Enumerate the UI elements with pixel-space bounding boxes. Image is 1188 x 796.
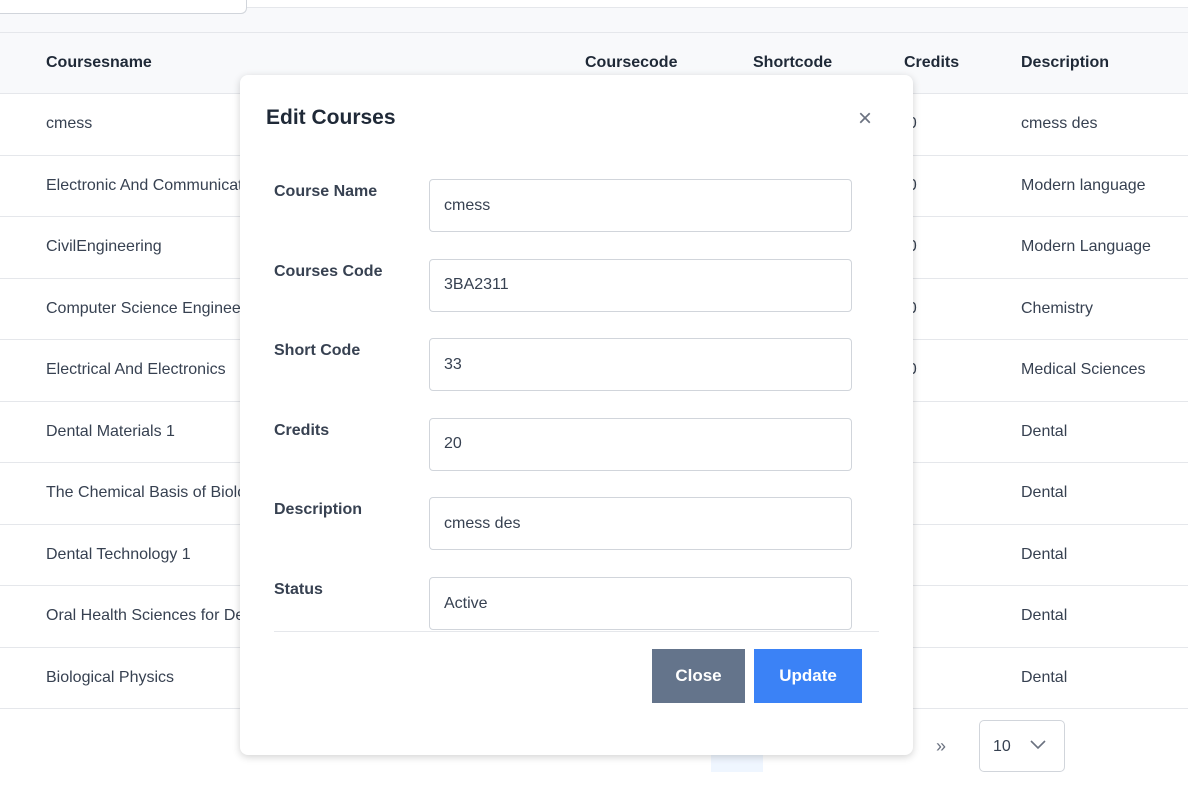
field-value: Active: [444, 594, 488, 612]
cell-description: Dental: [1021, 422, 1068, 440]
chevron-down-icon: [1030, 740, 1046, 750]
field-input[interactable]: 3BA2311: [429, 258, 852, 312]
field-value: 33: [444, 355, 462, 373]
col-description[interactable]: Description: [1021, 54, 1109, 72]
field-input[interactable]: 20: [429, 417, 852, 471]
field-label: Description: [274, 501, 363, 519]
col-shortcode[interactable]: Shortcode: [753, 54, 832, 72]
toolbar: [0, 0, 1188, 33]
cell-coursesname: The Chemical Basis of Biology: [46, 484, 263, 501]
cell-description: Dental: [1021, 607, 1068, 624]
divider: [274, 631, 879, 632]
cell-description: Medical Sciences: [1021, 361, 1146, 378]
close-icon[interactable]: ×: [858, 107, 872, 131]
field-value: 20: [444, 435, 462, 453]
close-button[interactable]: Close: [652, 649, 745, 703]
search-input[interactable]: [0, 0, 247, 14]
cell-coursesname: Dental Materials 1: [46, 422, 175, 440]
page-size-select[interactable]: 10: [979, 720, 1065, 772]
field-label: Short Code: [274, 342, 361, 360]
cell-coursesname: Electronic And Communication: [46, 176, 264, 194]
field-input[interactable]: cmess des: [429, 497, 852, 551]
field-input[interactable]: 33: [429, 338, 852, 392]
edit-courses-modal: Edit Courses × Course Name cmess Courses …: [240, 75, 913, 755]
last-page-button[interactable]: »: [936, 736, 946, 757]
cell-description: Modern Language: [1021, 238, 1151, 255]
field-value: cmess des: [444, 514, 521, 532]
cell-description: Dental: [1021, 545, 1068, 563]
field-value: cmess: [444, 196, 491, 214]
page-button-active[interactable]: [711, 752, 763, 772]
field-input[interactable]: Active: [429, 577, 852, 630]
field-label: Courses Code: [274, 262, 383, 280]
field-label: Course Name: [274, 183, 378, 200]
cell-coursesname: Oral Health Sciences for Dental: [46, 607, 271, 624]
cell-coursesname: Electrical And Electronics: [46, 361, 226, 378]
cell-coursesname: cmess: [46, 115, 93, 132]
cell-coursesname: Dental Technology 1: [46, 545, 191, 563]
cell-coursesname: Biological Physics: [46, 668, 175, 686]
field-value: 3BA2311: [444, 276, 509, 294]
update-button[interactable]: Update: [754, 649, 862, 703]
cell-description: cmess des: [1021, 115, 1098, 132]
field-label: Credits: [274, 421, 330, 439]
cell-coursesname: Computer Science Engineering: [46, 299, 268, 317]
cell-description: Modern language: [1021, 176, 1146, 194]
cell-coursesname: CivilEngineering: [46, 238, 162, 255]
field-label: Status: [274, 581, 323, 598]
page-size-value: 10: [993, 738, 1011, 755]
cell-description: Dental: [1021, 668, 1068, 686]
modal-title: Edit Courses: [266, 106, 396, 129]
col-coursesname[interactable]: Coursesname: [46, 54, 152, 72]
field-input[interactable]: cmess: [429, 179, 852, 232]
cell-description: Chemistry: [1021, 299, 1094, 317]
col-credits[interactable]: Credits: [904, 54, 959, 72]
col-coursecode[interactable]: Coursecode: [585, 54, 677, 72]
cell-description: Dental: [1021, 484, 1068, 501]
